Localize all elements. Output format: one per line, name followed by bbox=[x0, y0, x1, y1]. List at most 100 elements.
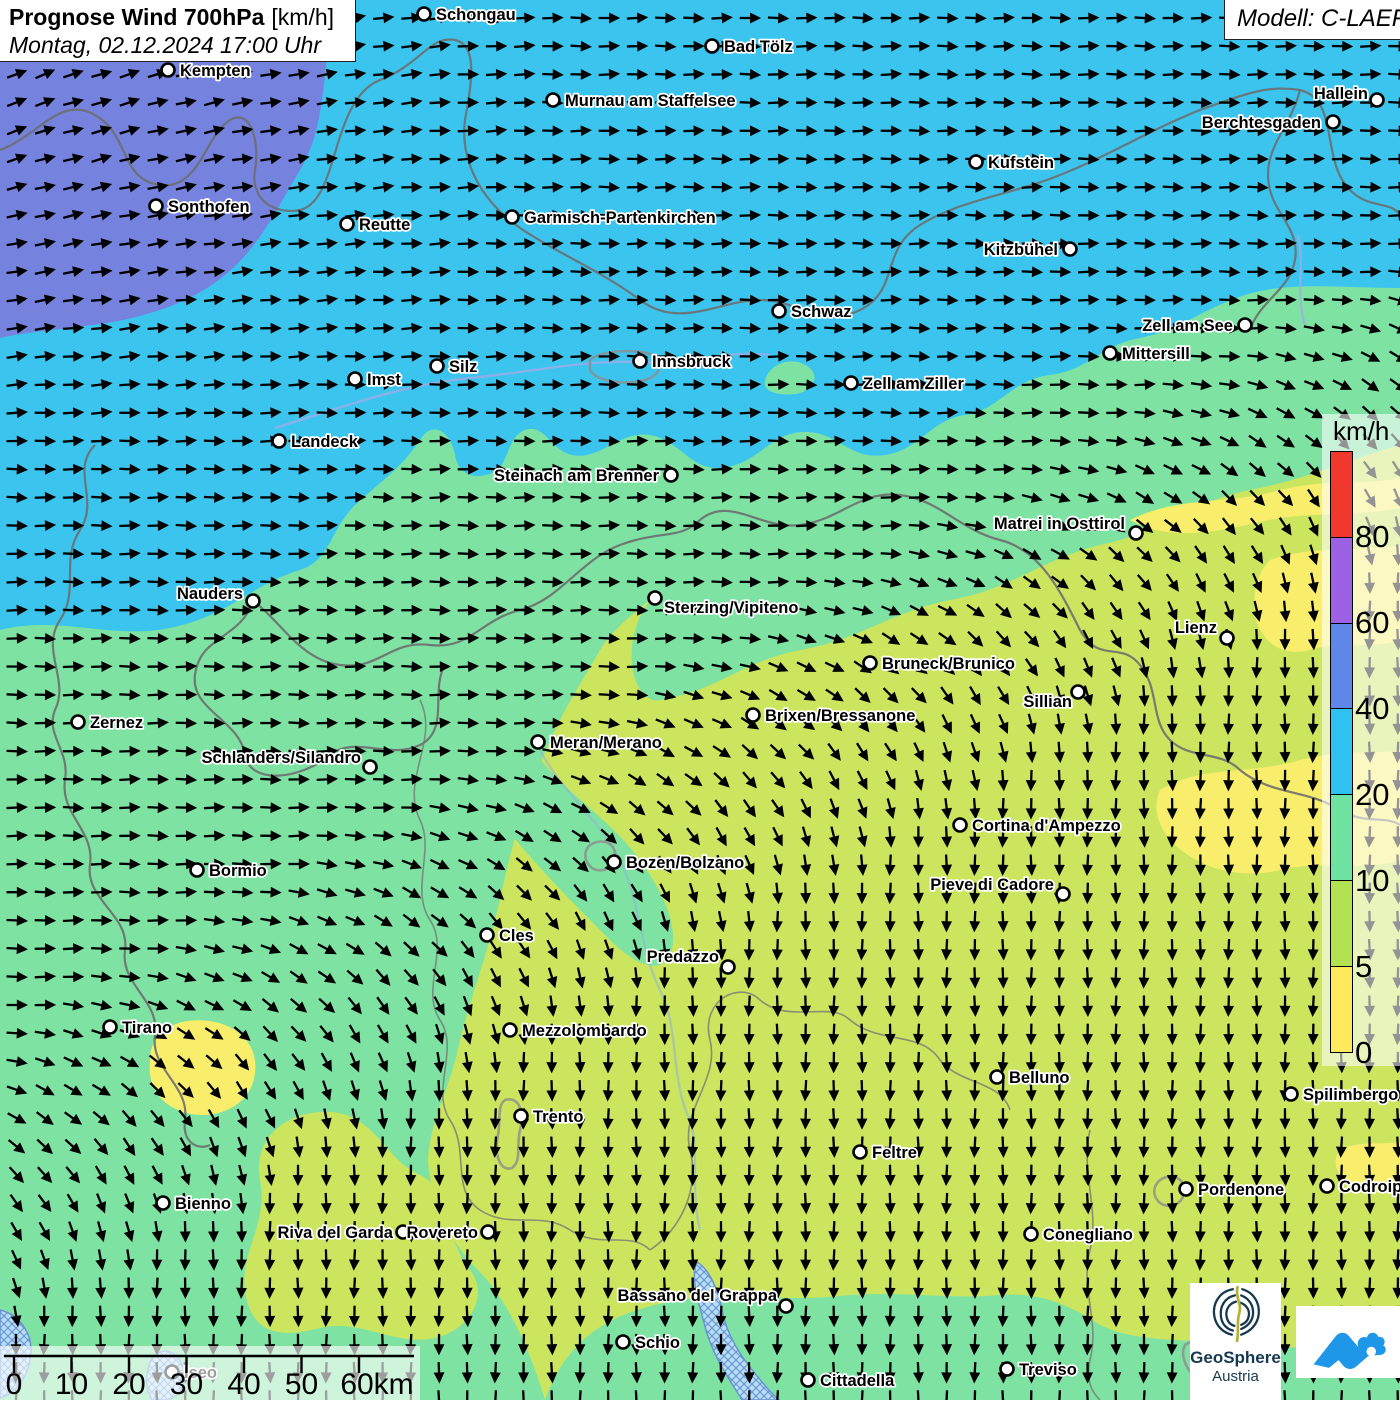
city-marker bbox=[481, 929, 494, 942]
city: Murnau am Staffelsee bbox=[547, 92, 736, 110]
city-label: Lienz bbox=[1175, 619, 1217, 637]
city-marker bbox=[418, 8, 431, 21]
page-title: Prognose Wind 700hPa [km/h] bbox=[9, 4, 346, 31]
legend-color-bar bbox=[1330, 451, 1353, 1053]
scale-bar-graphic: 0102030405060km bbox=[0, 1346, 420, 1400]
city-label: Belluno bbox=[1009, 1069, 1070, 1087]
city-label: Pieve di Cadore bbox=[930, 876, 1054, 894]
city: Meran/Merano bbox=[532, 734, 662, 752]
city-label: Kitzbühel bbox=[984, 241, 1058, 259]
wind-forecast-map-page: SchongauBad TölzKemptenMurnau am Staffel… bbox=[0, 0, 1400, 1400]
city-marker bbox=[747, 709, 760, 722]
city-marker bbox=[665, 469, 678, 482]
city-label: Imst bbox=[367, 371, 401, 389]
city-label: Rovereto bbox=[406, 1224, 478, 1242]
city: Steinach am Brenner bbox=[494, 467, 678, 485]
city-label: Innsbruck bbox=[652, 353, 732, 371]
city-marker bbox=[1285, 1088, 1298, 1101]
city-label: Cortina d'Ampezzo bbox=[972, 817, 1121, 835]
city-label: Trento bbox=[533, 1108, 583, 1126]
legend-value-label: 60 bbox=[1355, 606, 1400, 640]
city-label: Zell am See bbox=[1142, 317, 1233, 335]
color-legend: km/h 806040201050 bbox=[1322, 414, 1400, 1066]
city-marker bbox=[104, 1021, 117, 1034]
city-label: Silz bbox=[449, 358, 477, 376]
legend-unit-label: km/h bbox=[1333, 416, 1389, 447]
city-label: Kufstein bbox=[988, 154, 1054, 172]
scale-bar-label: 0 bbox=[6, 1368, 23, 1400]
city-marker bbox=[991, 1071, 1004, 1084]
title-text: Prognose Wind 700hPa bbox=[9, 4, 264, 30]
scale-bar-label: 40 bbox=[227, 1368, 260, 1400]
city-marker bbox=[547, 94, 560, 107]
legend-color-block bbox=[1330, 966, 1353, 1053]
city-marker bbox=[722, 961, 735, 974]
city: Bozen/Bolzano bbox=[608, 854, 745, 872]
geosphere-austria-logo: GeoSphere Austria bbox=[1190, 1283, 1281, 1400]
city-label: Cittadella bbox=[820, 1372, 895, 1390]
city-marker bbox=[845, 377, 858, 390]
legend-value-label: 5 bbox=[1355, 950, 1400, 984]
city-label: Conegliano bbox=[1043, 1226, 1133, 1244]
city-label: Garmisch-Partenkirchen bbox=[524, 209, 716, 227]
city-label: Riva del Garda bbox=[277, 1224, 393, 1242]
city: Riva del Garda bbox=[277, 1224, 409, 1242]
city-marker bbox=[1221, 632, 1234, 645]
city-marker bbox=[341, 218, 354, 231]
city-label: Bienno bbox=[175, 1195, 231, 1213]
city-label: Kempten bbox=[180, 62, 251, 80]
city-marker bbox=[150, 200, 163, 213]
city-label: Bassano del Grappa bbox=[617, 1287, 777, 1305]
city-label: Bruneck/Brunico bbox=[882, 655, 1015, 673]
city-label: Sterzing/Vipiteno bbox=[664, 599, 798, 617]
city-label: Sillian bbox=[1023, 693, 1072, 711]
city: Zell am Ziller bbox=[845, 375, 965, 393]
city-label: Matrei in Osttirol bbox=[994, 515, 1125, 533]
legend-color-block bbox=[1330, 451, 1353, 538]
city-marker bbox=[706, 40, 719, 53]
city: Imst bbox=[349, 371, 402, 389]
scale-bar-label: 30 bbox=[170, 1368, 203, 1400]
city-marker bbox=[780, 1300, 793, 1313]
city-marker bbox=[515, 1110, 528, 1123]
legend-value-label: 20 bbox=[1355, 778, 1400, 812]
city-marker bbox=[864, 657, 877, 670]
legend-value-label: 10 bbox=[1355, 864, 1400, 898]
city-label: Reutte bbox=[359, 216, 410, 234]
city-label: Nauders bbox=[177, 585, 243, 603]
city-marker bbox=[431, 360, 444, 373]
city-marker bbox=[802, 1374, 815, 1387]
city-marker bbox=[1327, 116, 1340, 129]
map-scale-bar: 0102030405060km bbox=[0, 1346, 420, 1400]
city-marker bbox=[1057, 888, 1070, 901]
city-marker bbox=[1064, 243, 1077, 256]
city-marker bbox=[247, 595, 260, 608]
mountain-cloud-logo bbox=[1296, 1306, 1400, 1378]
city: Berchtesgaden bbox=[1202, 114, 1340, 132]
city-marker bbox=[532, 736, 545, 749]
legend-value-label: 40 bbox=[1355, 692, 1400, 726]
city: Brixen/Bressanone bbox=[747, 707, 916, 725]
city-marker bbox=[349, 373, 362, 386]
city-label: Treviso bbox=[1019, 1361, 1077, 1379]
legend-color-block bbox=[1330, 708, 1353, 795]
city-label: Pordenone bbox=[1198, 1181, 1284, 1199]
city-label: Spilimbergo bbox=[1303, 1086, 1398, 1104]
city: Mezzolombardo bbox=[504, 1022, 647, 1040]
city-marker bbox=[1239, 319, 1252, 332]
city-marker bbox=[1180, 1183, 1193, 1196]
title-unit: [km/h] bbox=[271, 4, 334, 30]
wind-map: SchongauBad TölzKemptenMurnau am Staffel… bbox=[0, 0, 1400, 1400]
city-marker bbox=[1001, 1363, 1014, 1376]
city-marker bbox=[157, 1197, 170, 1210]
city-label: Mezzolombardo bbox=[522, 1022, 647, 1040]
city-marker bbox=[954, 819, 967, 832]
city-label: Bozen/Bolzano bbox=[626, 854, 744, 872]
city-label: Tirano bbox=[122, 1019, 172, 1037]
city-marker bbox=[634, 355, 647, 368]
legend-value-label: 0 bbox=[1355, 1036, 1400, 1070]
city-label: Schio bbox=[635, 1334, 680, 1352]
city-marker bbox=[649, 592, 662, 605]
geosphere-contour-icon bbox=[1205, 1283, 1267, 1345]
scale-bar-label: 50 bbox=[285, 1368, 318, 1400]
